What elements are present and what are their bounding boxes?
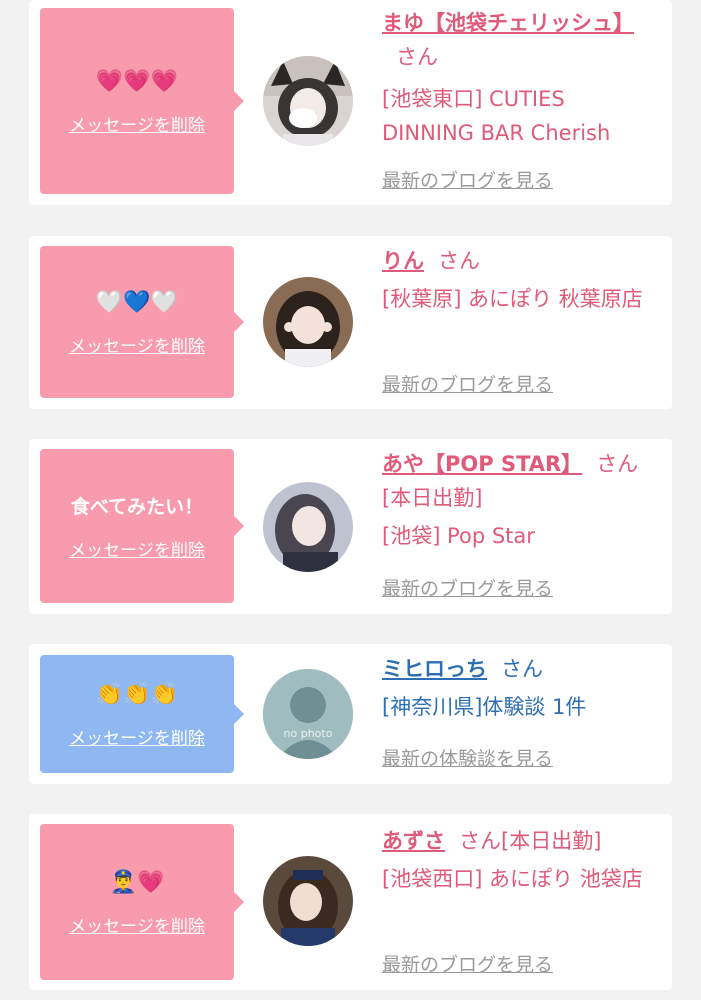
avatar[interactable] <box>263 856 353 946</box>
latest-blog-link[interactable]: 最新のブログを見る <box>382 950 553 977</box>
message-bubble: 食べてみたい！ メッセージを削除 <box>40 449 244 603</box>
latest-experience-link[interactable]: 最新の体験談を見る <box>382 744 553 771</box>
latest-blog-link[interactable]: 最新のブログを見る <box>382 574 553 601</box>
info-block: ミヒロっち さん [神奈川県]体験談 1件 <box>382 652 662 724</box>
delete-message-link[interactable]: メッセージを削除 <box>69 111 205 136</box>
message-bubble: 👏👏👏 メッセージを削除 <box>40 655 244 773</box>
message-bubble: 🤍💙🤍 メッセージを削除 <box>40 246 244 398</box>
latest-blog-link[interactable]: 最新のブログを見る <box>382 166 553 193</box>
shop-info: [神奈川県]体験談 1件 <box>382 695 587 719</box>
info-block: まゆ【池袋チェリッシュ】さん [池袋東口] CUTIES DINNING BAR… <box>382 6 662 150</box>
honorific: さん[本日出勤] <box>459 829 602 853</box>
message-bubble: 💗💗💗 メッセージを削除 <box>40 8 244 194</box>
user-name-link[interactable]: あや【POP STAR】 <box>382 452 582 476</box>
message-card: 🤍💙🤍 メッセージを削除 りん さん [秋葉原] あにぽり 秋葉原店 最新のブログ… <box>29 236 672 409</box>
avatar[interactable] <box>263 56 353 146</box>
honorific: さん <box>438 249 480 273</box>
info-block: あずさ さん[本日出勤] [池袋西口] あにぽり 池袋店 <box>382 824 662 896</box>
avatar[interactable] <box>263 277 353 367</box>
shop-info: [池袋西口] あにぽり 池袋店 <box>382 867 643 891</box>
delete-message-link[interactable]: メッセージを削除 <box>69 536 205 561</box>
shop-info: [池袋] Pop Star <box>382 524 535 548</box>
no-photo-avatar[interactable]: no photo <box>263 669 353 759</box>
shop-info: [池袋東口] CUTIES DINNING BAR Cherish <box>382 87 611 145</box>
message-card: 👏👏👏 メッセージを削除 no photo ミヒロっち さん [神奈川県]体験談 … <box>29 644 672 784</box>
delete-message-link[interactable]: メッセージを削除 <box>69 724 205 749</box>
info-block: りん さん [秋葉原] あにぽり 秋葉原店 <box>382 244 662 316</box>
info-block: あや【POP STAR】 さん[本日出勤] [池袋] Pop Star <box>382 447 662 553</box>
delete-message-link[interactable]: メッセージを削除 <box>69 912 205 937</box>
shop-info: [秋葉原] あにぽり 秋葉原店 <box>382 287 643 311</box>
message-text: 👮‍♂️💗 <box>109 869 165 895</box>
message-text: 💗💗💗 <box>95 68 179 94</box>
user-name-link[interactable]: りん <box>382 249 424 273</box>
message-text: 🤍💙🤍 <box>95 289 179 315</box>
message-text: 食べてみたい！ <box>70 495 204 518</box>
user-name-link[interactable]: ミヒロっち <box>382 657 487 681</box>
delete-message-link[interactable]: メッセージを削除 <box>69 332 205 357</box>
avatar[interactable] <box>263 482 353 572</box>
honorific: さん <box>396 45 438 69</box>
latest-blog-link[interactable]: 最新のブログを見る <box>382 370 553 397</box>
message-card: 👮‍♂️💗 メッセージを削除 あずさ さん[本日出勤] [池袋西口] あにぽり 池… <box>29 814 672 990</box>
message-text: 👏👏👏 <box>95 681 179 707</box>
no-photo-label: no photo <box>283 727 333 740</box>
honorific: さん <box>501 657 543 681</box>
user-name-link[interactable]: まゆ【池袋チェリッシュ】 <box>382 11 634 35</box>
message-card: 💗💗💗 メッセージを削除 まゆ【池袋チェリッシュ】さん [池袋東口] CUTIE… <box>29 0 672 205</box>
message-bubble: 👮‍♂️💗 メッセージを削除 <box>40 824 244 980</box>
message-card: 食べてみたい！ メッセージを削除 あや【POP STAR】 さん[本日出勤] [池… <box>29 439 672 614</box>
user-name-link[interactable]: あずさ <box>382 829 445 853</box>
